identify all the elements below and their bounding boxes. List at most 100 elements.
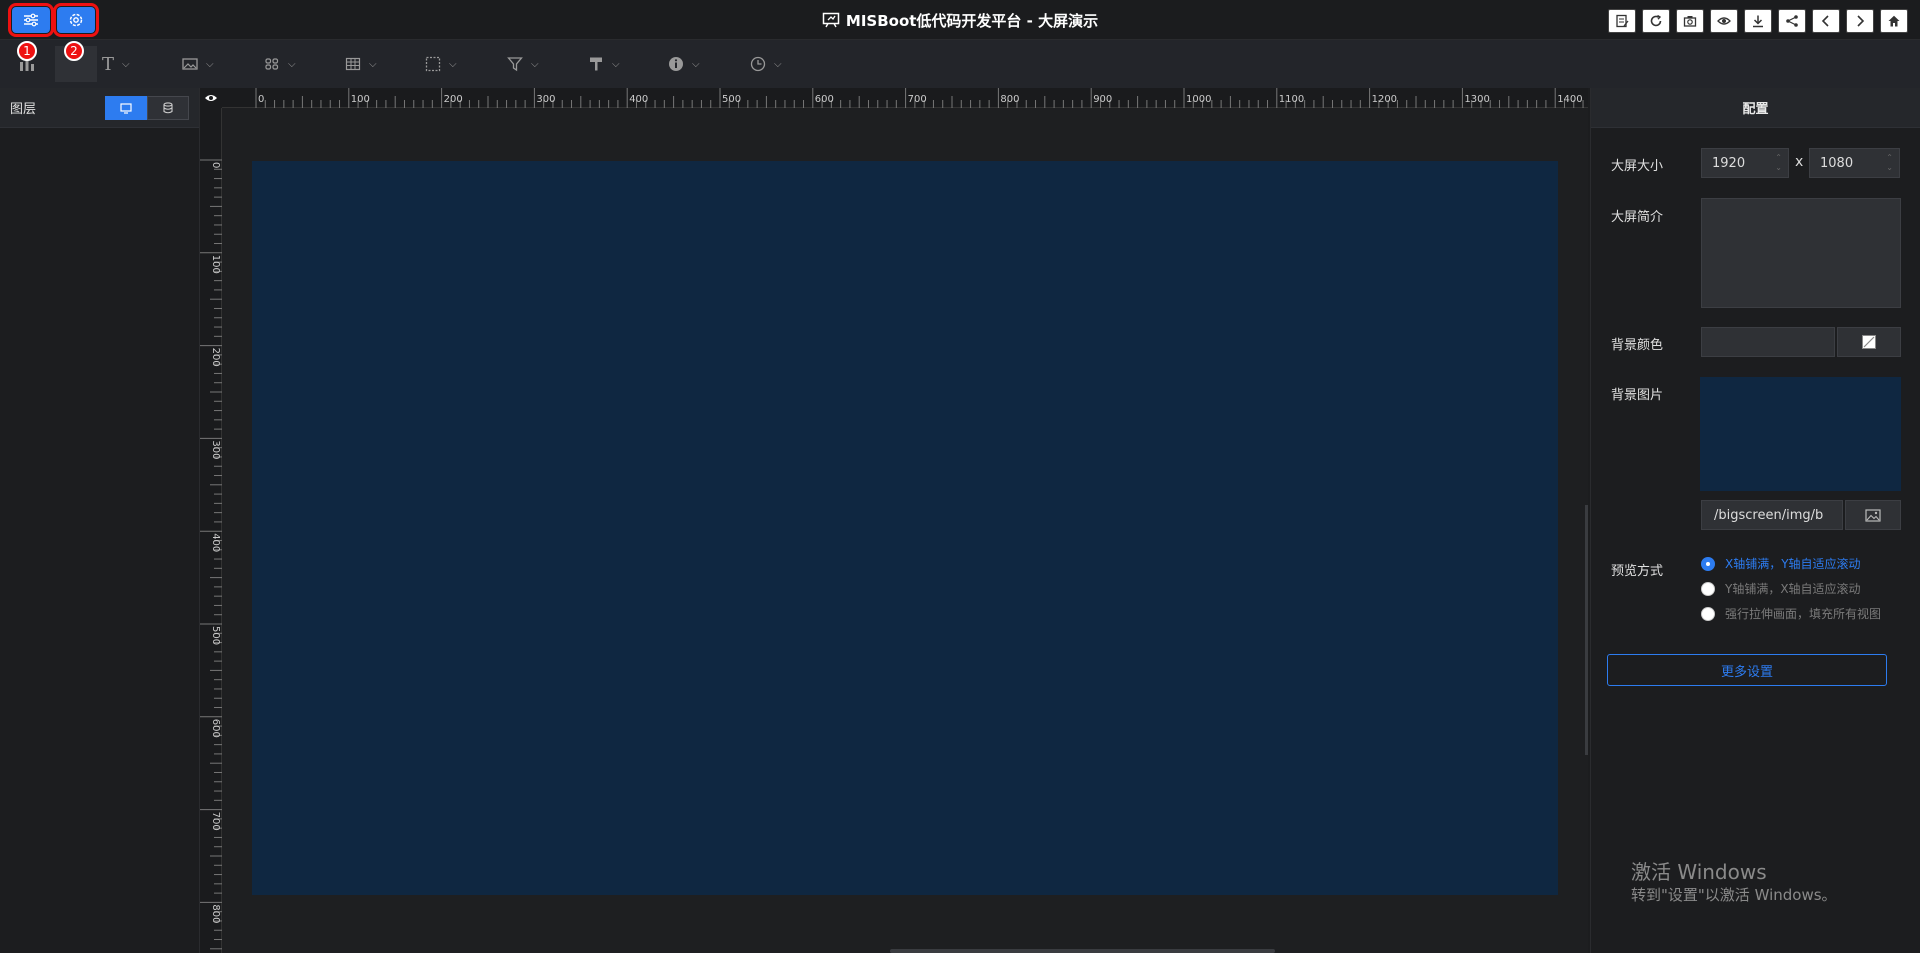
time-menu[interactable]: ⌵ [750,52,782,76]
ruler-label: 200 [210,348,221,367]
next-icon [1857,15,1865,27]
ruler-label: 1300 [1464,94,1489,105]
ruler-label: 500 [210,626,221,645]
camera-icon [1683,16,1697,27]
ruler-label: 1100 [1279,94,1304,105]
screen-height-input[interactable]: 1080 ⌃ ⌄ [1809,148,1900,178]
bg-image-label: 背景图片 [1611,388,1664,403]
ruler-visibility-toggle[interactable] [200,88,222,108]
prev-icon [1821,15,1829,27]
ruler-label: 1200 [1372,94,1397,105]
ruler-label: 100 [351,94,370,105]
refresh-button[interactable] [1642,9,1670,33]
ruler-label: 300 [210,440,221,459]
config-panel: 配置 大屏大小 1920 ⌃ ⌄ x 1080 ⌃ ⌄ 大屏简介 背景颜色 背景图片… [1590,88,1920,953]
more-settings-button[interactable]: 更多设置 [1607,654,1887,686]
filter-icon [507,57,523,72]
windows-activation-hint: 转到"设置"以激活 Windows。 [1631,886,1837,904]
ruler-label: 600 [815,94,834,105]
eye-icon [205,95,217,101]
chevron-down-icon: ⌵ [206,58,214,70]
width-stepper-icon[interactable]: ⌃ ⌄ [1775,153,1782,173]
vertical-ruler[interactable]: 0 100 200 300 400 500 600 700 800 [200,108,222,953]
annotation-badge-2: 2 [64,41,84,61]
bg-color-label: 背景颜色 [1611,338,1664,353]
chevron-down-icon: ⌵ [692,58,700,70]
chevron-down-icon: ⌵ [369,58,377,70]
color-picker-button[interactable] [1837,327,1901,357]
bg-image-path-input[interactable]: /bigscreen/img/b [1701,500,1843,530]
border-icon [425,56,441,72]
ruler-label: 400 [210,533,221,552]
bg-image-path-value: /bigscreen/img/b [1714,507,1824,523]
chevron-down-icon: ⌵ [122,58,130,70]
canvas-workspace[interactable] [222,108,1588,953]
bg-image-preview [1700,377,1901,491]
presentation-icon [822,12,840,28]
preview-mode-option-1[interactable]: X轴铺满，Y轴自适应滚动 [1701,555,1861,572]
border-menu[interactable]: ⌵ [425,52,457,76]
config-panel-title: 配置 [1591,88,1920,128]
filter-menu[interactable]: ⌵ [507,52,539,76]
chevron-down-icon: ⌵ [449,58,457,70]
component-icon [265,58,279,70]
horizontal-ruler[interactable]: 0 100 200 300 400 500 600 700 800 900 1000 1100 1200… [222,88,1588,108]
ruler-label: 900 [1093,94,1112,105]
radio-icon [1701,581,1715,596]
chevron-down-icon: ⌵ [612,58,620,70]
vertical-scrollbar[interactable] [1585,505,1588,755]
edit-button[interactable] [1608,9,1636,33]
table-menu[interactable]: ⌵ [345,52,377,76]
prev-button[interactable] [1812,9,1840,33]
chevron-down-icon: ⌵ [288,58,296,70]
decoration-icon [590,57,602,71]
preview-mode-option-3[interactable]: 强行拉伸画面，填充所有视图 [1701,605,1881,622]
horizontal-ruler-ticks: 0 100 200 300 400 500 600 700 800 900 1000 1100 1200… [255,88,1584,108]
layer-panel: 图层 [0,88,200,953]
table-icon [345,57,361,71]
decoration-menu[interactable]: ⌵ [588,52,620,76]
size-separator: x [1795,154,1804,170]
database-icon [163,102,173,114]
layer-view-toggle [105,96,189,120]
preview-mode-option-2-label: Y轴铺满，X轴自适应滚动 [1725,582,1861,596]
color-picker-icon [1862,335,1876,349]
bigscreen-canvas[interactable] [252,161,1558,895]
refresh-icon [1650,14,1662,27]
preview-button[interactable] [1710,9,1738,33]
screen-width-input[interactable]: 1920 ⌃ ⌄ [1701,148,1789,178]
bg-color-input[interactable] [1701,327,1835,357]
horizontal-scrollbar[interactable] [890,949,1275,953]
ruler-label: 1400 [1557,94,1582,105]
edit-icon [1616,14,1629,28]
ruler-label: 0 [210,162,221,168]
chevron-down-icon: ⌵ [774,58,782,70]
info-menu[interactable]: ⌵ [668,52,700,76]
component-menu[interactable]: ⌵ [264,52,296,76]
select-image-button[interactable] [1845,500,1901,530]
radio-icon [1701,606,1715,621]
preview-mode-option-2[interactable]: Y轴铺满，X轴自适应滚动 [1701,580,1861,597]
component-toolbar: T ⌵ ⌵ ⌵ ⌵ ⌵ ⌵ ⌵ ⌵ ⌵ [0,40,1920,88]
home-button[interactable] [1880,9,1908,33]
ruler-label: 100 [210,255,221,274]
height-stepper-icon[interactable]: ⌃ ⌄ [1886,153,1893,173]
time-icon [750,56,766,72]
screenshot-button[interactable] [1676,9,1704,33]
preview-mode-option-3-label: 强行拉伸画面，填充所有视图 [1725,607,1882,621]
monitor-icon [120,102,132,114]
database-view-button[interactable] [147,96,189,120]
ruler-label: 300 [536,94,555,105]
windows-activation-title: 激活 Windows [1631,860,1767,884]
top-bar: MISBoot低代码开发平台 - 大屏演示 [0,0,1920,40]
next-button[interactable] [1846,9,1874,33]
text-menu[interactable]: T ⌵ [102,52,130,76]
share-button[interactable] [1778,9,1806,33]
image-menu[interactable]: ⌵ [182,52,214,76]
screen-intro-textarea[interactable] [1701,198,1901,308]
download-button[interactable] [1744,9,1772,33]
ruler-label: 500 [722,94,741,105]
monitor-view-button[interactable] [105,96,147,120]
screen-height-value: 1080 [1820,155,1854,171]
ruler-label: 800 [210,904,221,923]
